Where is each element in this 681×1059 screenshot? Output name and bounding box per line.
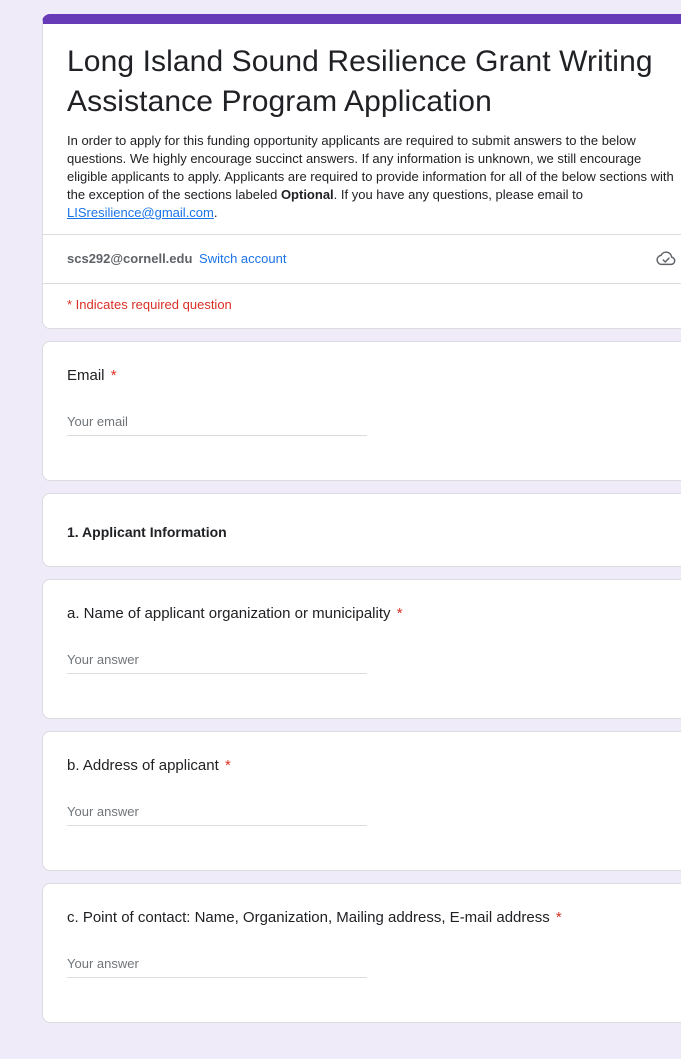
required-star: * <box>110 367 117 384</box>
point-of-contact-input[interactable]: Your answer <box>67 956 367 978</box>
question-label: a. Name of applicant organization or mun… <box>67 604 677 624</box>
optional-label: Optional <box>280 187 334 202</box>
required-note: * Indicates required question <box>43 283 681 328</box>
question-text: a. Name of applicant organization or mun… <box>67 605 391 622</box>
section-header-card: 1. Applicant Information <box>42 493 681 567</box>
email-input[interactable]: Your email <box>67 414 367 436</box>
question-text: c. Point of contact: Name, Organization,… <box>67 909 550 926</box>
cloud-check-icon[interactable] <box>655 247 677 269</box>
question-label: b. Address of applicant * <box>67 756 677 776</box>
question-address-card: b. Address of applicant * Your answer <box>42 731 681 871</box>
required-star: * <box>555 909 562 926</box>
required-star: * <box>396 605 403 622</box>
organization-name-input[interactable]: Your answer <box>67 652 367 674</box>
question-label: c. Point of contact: Name, Organization,… <box>67 908 677 928</box>
question-text: Email <box>67 367 105 384</box>
account-email: scs292@cornell.edu <box>67 250 193 266</box>
section-title: 1. Applicant Information <box>67 524 227 540</box>
form-page: Long Island Sound Resilience Grant Writi… <box>42 14 681 1035</box>
form-title: Long Island Sound Resilience Grant Writi… <box>67 45 653 118</box>
account-row: scs292@cornell.edu Switch account <box>43 234 681 283</box>
question-email-card: Email * Your email <box>42 341 681 481</box>
form-description-end: . <box>213 205 218 220</box>
contact-email-link[interactable]: LISresilience@gmail.com <box>67 205 214 220</box>
question-text: b. Address of applicant <box>67 757 219 774</box>
form-description: In order to apply for this funding oppor… <box>67 132 677 222</box>
form-description-text-2: . If you have any questions, please emai… <box>333 187 583 202</box>
form-header-card: Long Island Sound Resilience Grant Writi… <box>42 14 681 329</box>
required-star: * <box>224 757 231 774</box>
switch-account-link[interactable]: Switch account <box>199 251 286 266</box>
question-label: Email * <box>67 366 677 386</box>
question-organization-card: a. Name of applicant organization or mun… <box>42 579 681 719</box>
question-contact-card: c. Point of contact: Name, Organization,… <box>42 883 681 1023</box>
address-input[interactable]: Your answer <box>67 804 367 826</box>
